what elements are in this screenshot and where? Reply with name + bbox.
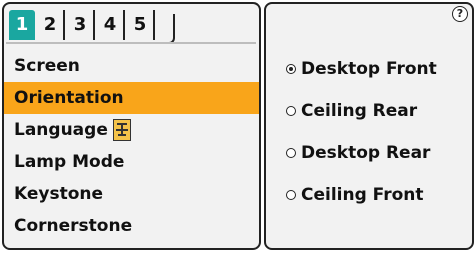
- menu-item-lamp-mode[interactable]: Lamp Mode: [4, 146, 259, 178]
- option-desktop-front[interactable]: Desktop Front: [286, 48, 437, 90]
- radio-button[interactable]: [286, 148, 296, 158]
- menu-item-label: Orientation: [14, 88, 124, 108]
- tab-5[interactable]: 5: [127, 10, 155, 40]
- menu-item-cornerstone[interactable]: Cornerstone: [4, 210, 259, 242]
- menu-list: Screen Orientation Language Lamp Mode Ke…: [4, 50, 259, 242]
- option-label: Ceiling Rear: [301, 101, 418, 121]
- tab-3[interactable]: 3: [67, 10, 95, 40]
- option-ceiling-rear[interactable]: Ceiling Rear: [286, 90, 437, 132]
- options-panel: ? Desktop Front Ceiling Rear Desktop Rea…: [264, 2, 474, 250]
- menu-item-label: Screen: [14, 56, 80, 76]
- page-tabs: 1 2 3 4 5: [7, 8, 177, 44]
- menu-item-label: Keystone: [14, 184, 104, 204]
- radio-button-checked[interactable]: [286, 64, 296, 74]
- help-icon[interactable]: ?: [452, 6, 468, 22]
- option-label: Desktop Front: [301, 59, 437, 79]
- menu-item-language[interactable]: Language: [4, 114, 259, 146]
- menu-item-screen[interactable]: Screen: [4, 50, 259, 82]
- menu-item-label: Language: [14, 120, 108, 140]
- menu-item-orientation[interactable]: Orientation: [4, 82, 259, 114]
- tab-2[interactable]: 2: [37, 10, 65, 40]
- orientation-options: Desktop Front Ceiling Rear Desktop Rear …: [286, 48, 437, 216]
- menu-item-keystone[interactable]: Keystone: [4, 178, 259, 210]
- tab-strip-end: [167, 14, 175, 44]
- tab-1[interactable]: 1: [9, 10, 35, 40]
- menu-panel: 1 2 3 4 5 Screen Orientation Language La…: [2, 2, 261, 250]
- option-label: Ceiling Front: [301, 185, 424, 205]
- menu-item-label: Lamp Mode: [14, 152, 125, 172]
- radio-button[interactable]: [286, 106, 296, 116]
- language-flag-icon: [112, 119, 131, 141]
- tab-4[interactable]: 4: [97, 10, 125, 40]
- option-ceiling-front[interactable]: Ceiling Front: [286, 174, 437, 216]
- option-desktop-rear[interactable]: Desktop Rear: [286, 132, 437, 174]
- tab-divider: [6, 42, 256, 44]
- radio-button[interactable]: [286, 190, 296, 200]
- menu-item-label: Cornerstone: [14, 216, 133, 236]
- option-label: Desktop Rear: [301, 143, 431, 163]
